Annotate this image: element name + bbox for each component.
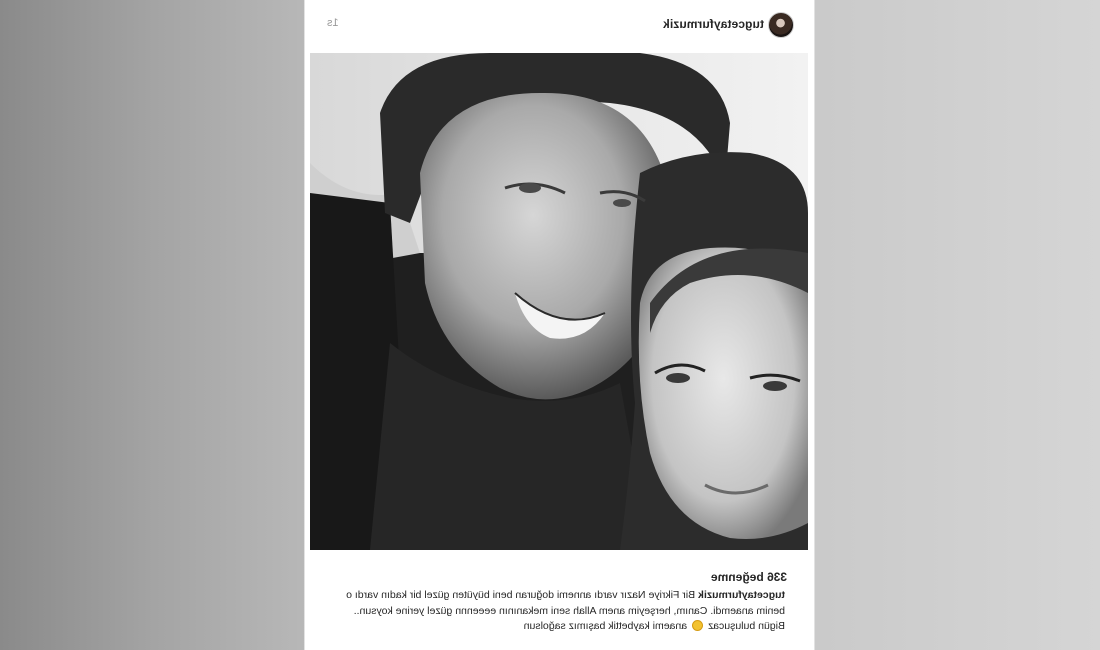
avatar[interactable] — [768, 12, 794, 38]
post-photo[interactable] — [310, 53, 808, 550]
post-caption: tugcetayfurmuzik Bir Fikriye Nazır vardı… — [338, 588, 785, 635]
post-header: 1s tugcetayfurmuzik — [305, 0, 814, 50]
crying-face-emoji-icon — [692, 620, 704, 631]
post-photo-image — [310, 53, 808, 550]
post-time: 1s — [327, 17, 339, 29]
likes-count[interactable]: 336 beğenme — [711, 570, 787, 584]
instagram-post-card: 1s tugcetayfurmuzik 336 beğenme tugcetay… — [304, 0, 815, 650]
caption-username[interactable]: tugcetayfurmuzik — [698, 589, 785, 601]
post-username[interactable]: tugcetayfurmuzik — [663, 17, 764, 31]
caption-text-part2: anaemi kaybettik başımız sağolsun — [523, 620, 688, 632]
